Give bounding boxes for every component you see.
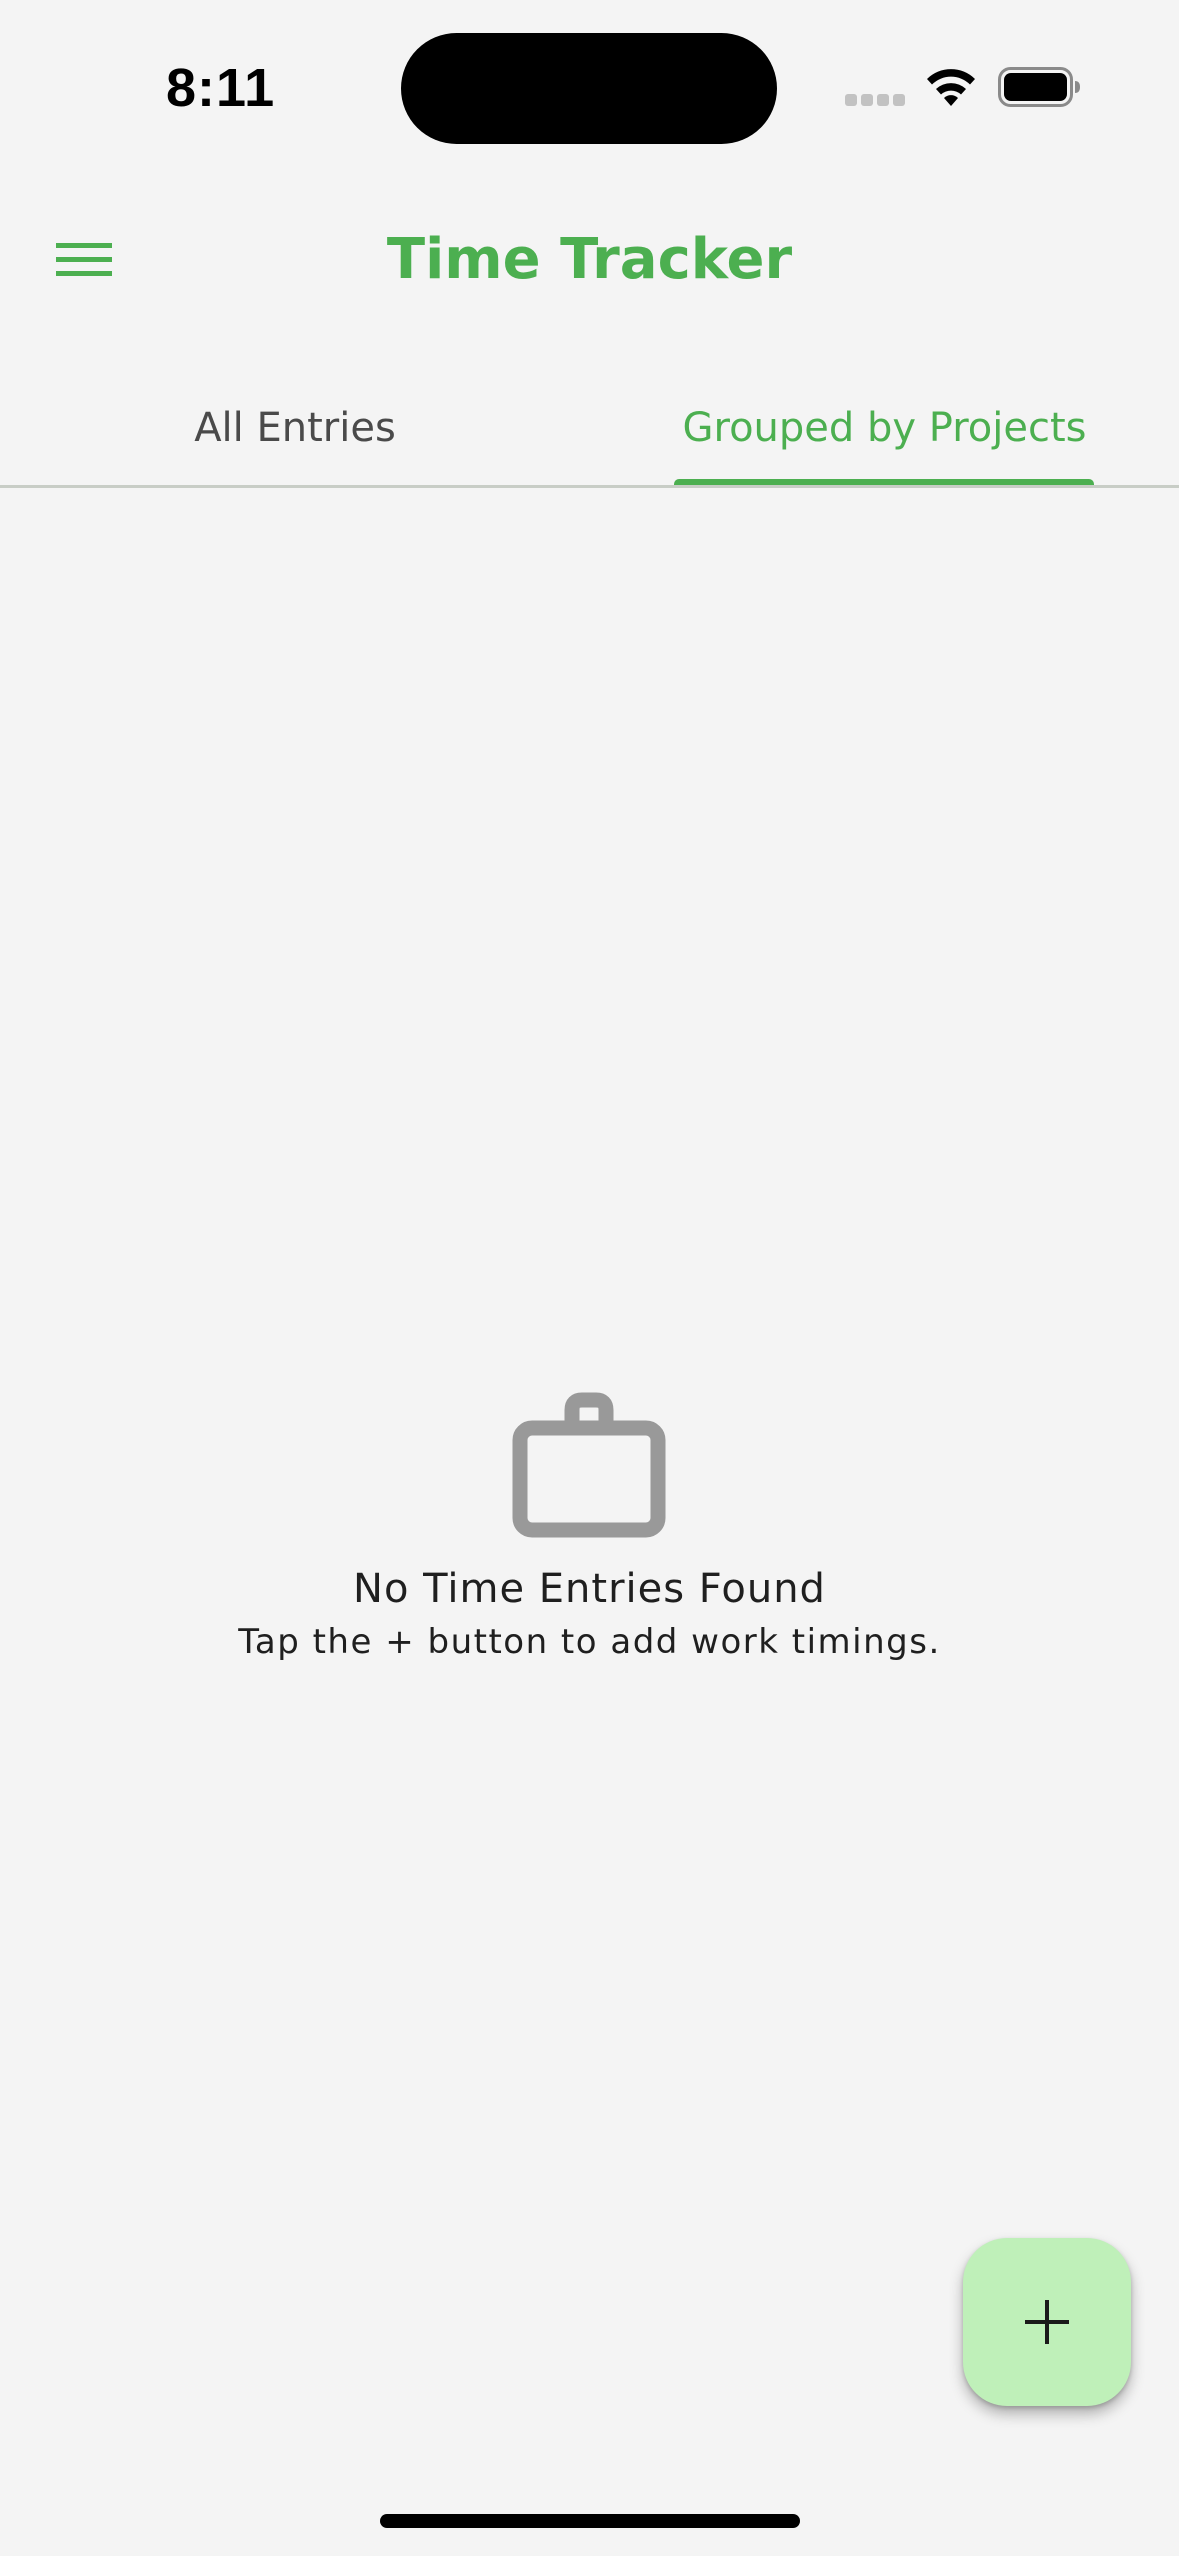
cellular-signal-icon: [845, 94, 907, 108]
add-entry-button[interactable]: [963, 2238, 1131, 2406]
home-indicator[interactable]: [380, 2514, 800, 2528]
tab-grouped-by-projects[interactable]: Grouped by Projects: [590, 372, 1179, 484]
page-title: Time Tracker: [386, 227, 793, 292]
wifi-icon: [927, 69, 975, 106]
empty-state-title: No Time Entries Found: [353, 1566, 826, 1612]
plus-icon: [1025, 2300, 1069, 2344]
tab-label: All Entries: [194, 405, 396, 451]
tab-bar: All Entries Grouped by Projects: [0, 372, 1179, 488]
tab-all-entries[interactable]: All Entries: [0, 372, 590, 484]
battery-full-icon: [998, 67, 1080, 107]
tab-label: Grouped by Projects: [682, 405, 1087, 451]
tab-divider: [0, 485, 1179, 488]
dynamic-island: [401, 33, 777, 144]
empty-state-subtitle: Tap the + button to add work timings.: [238, 1622, 941, 1662]
briefcase-icon: [512, 1392, 666, 1538]
status-time: 8:11: [166, 58, 276, 118]
